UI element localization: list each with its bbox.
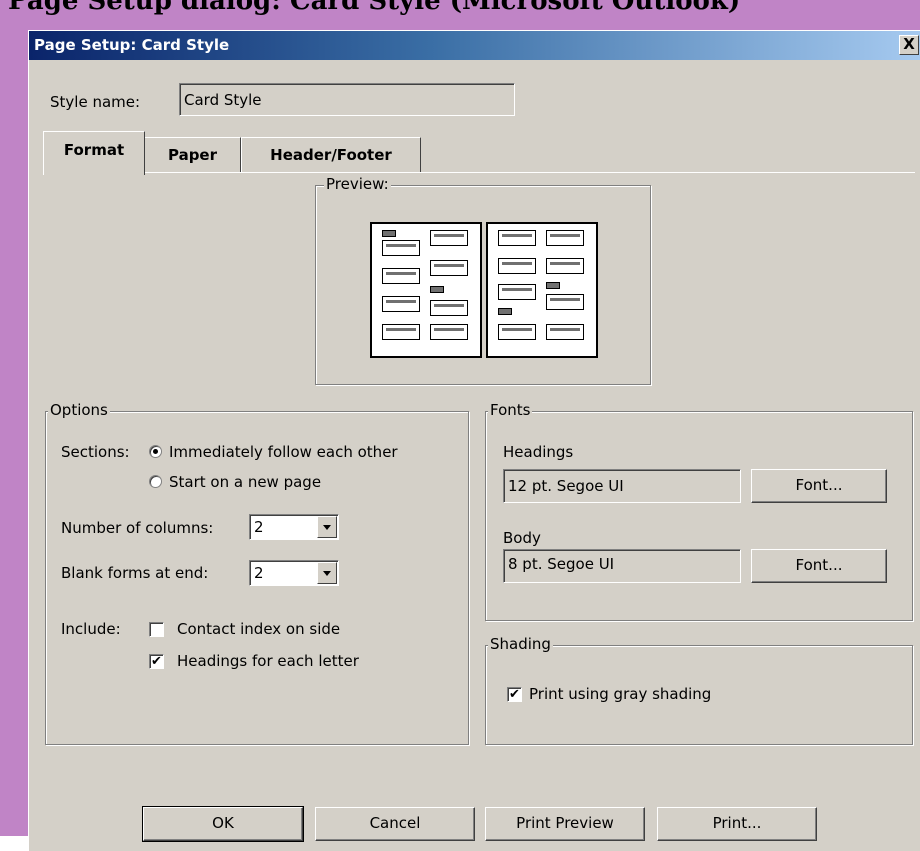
preview-card xyxy=(498,324,536,340)
chevron-down-icon[interactable] xyxy=(317,516,337,538)
preview-card xyxy=(498,284,536,300)
body-font-value: 8 pt. Segoe UI xyxy=(508,555,615,573)
style-name-field[interactable]: Card Style xyxy=(179,83,515,116)
contact-index-label[interactable]: Contact index on side xyxy=(177,620,340,638)
style-name-label: Style name: xyxy=(50,93,141,111)
preview-card xyxy=(498,258,536,274)
sections-label: Sections: xyxy=(61,443,130,461)
blank-forms-value: 2 xyxy=(254,564,264,582)
tab-format[interactable]: Format xyxy=(43,131,145,175)
options-legend: Options xyxy=(48,401,110,419)
ok-button-label: OK xyxy=(212,814,234,832)
preview-card xyxy=(430,300,468,316)
headings-font-field: 12 pt. Segoe UI xyxy=(503,469,741,503)
preview-card xyxy=(382,324,420,340)
shading-legend: Shading xyxy=(488,635,553,653)
preview-card xyxy=(430,260,468,276)
preview-card xyxy=(430,230,468,246)
body-font-button[interactable]: Font... xyxy=(751,549,887,583)
preview-page-left xyxy=(370,222,482,358)
preview-card xyxy=(546,294,584,310)
blank-forms-select[interactable]: 2 xyxy=(249,560,339,586)
headings-font-value: 12 pt. Segoe UI xyxy=(508,477,624,495)
radio-immediately-follow[interactable] xyxy=(149,445,162,458)
headings-letter-checkbox[interactable]: ✔ xyxy=(149,654,164,669)
preview-card xyxy=(546,324,584,340)
ok-button[interactable]: OK xyxy=(142,806,304,842)
columns-value: 2 xyxy=(254,518,264,536)
radio-immediately-follow-label[interactable]: Immediately follow each other xyxy=(169,443,398,461)
preview-page-right xyxy=(486,222,598,358)
print-button-label: Print... xyxy=(712,814,762,832)
preview-card xyxy=(546,258,584,274)
body-font-button-label: Font... xyxy=(795,556,843,574)
checkmark-icon: ✔ xyxy=(151,654,162,669)
headings-font-button[interactable]: Font... xyxy=(751,469,887,503)
include-label: Include: xyxy=(61,620,121,638)
preview-label: Preview: xyxy=(324,175,391,193)
preview-card xyxy=(382,240,420,256)
blank-forms-label: Blank forms at end: xyxy=(61,564,209,582)
gray-shading-checkbox[interactable]: ✔ xyxy=(507,687,522,702)
body-font-field: 8 pt. Segoe UI xyxy=(503,549,741,583)
tab-header-footer[interactable]: Header/Footer xyxy=(241,137,421,173)
cancel-button[interactable]: Cancel xyxy=(315,807,475,841)
tab-format-label: Format xyxy=(63,141,125,159)
dialog-title: Page Setup: Card Style xyxy=(34,36,230,54)
preview-card xyxy=(546,230,584,246)
headings-font-button-label: Font... xyxy=(795,476,843,494)
preview-card xyxy=(430,324,468,340)
print-preview-button-label: Print Preview xyxy=(516,814,614,832)
preview-group: Preview: xyxy=(315,175,651,385)
radio-start-new-page-label[interactable]: Start on a new page xyxy=(169,473,321,491)
headings-font-label: Headings xyxy=(503,443,574,461)
print-preview-button[interactable]: Print Preview xyxy=(485,807,645,841)
preview-heading xyxy=(498,308,512,315)
cancel-button-label: Cancel xyxy=(369,814,421,832)
tab-header-footer-label: Header/Footer xyxy=(270,146,392,164)
tab-paper-label: Paper xyxy=(167,146,218,164)
preview-heading xyxy=(382,230,396,237)
preview-card xyxy=(382,296,420,312)
gray-shading-label[interactable]: Print using gray shading xyxy=(529,685,711,703)
style-name-value: Card Style xyxy=(184,91,262,109)
chevron-down-icon[interactable] xyxy=(317,562,337,584)
body-font-label: Body xyxy=(503,529,541,547)
title-bar[interactable]: Page Setup: Card Style X xyxy=(29,31,920,60)
columns-label: Number of columns: xyxy=(61,519,214,537)
columns-select[interactable]: 2 xyxy=(249,514,339,540)
preview-heading xyxy=(546,282,560,289)
print-button[interactable]: Print... xyxy=(657,807,817,841)
fonts-legend: Fonts xyxy=(488,401,533,419)
checkmark-icon: ✔ xyxy=(509,687,520,702)
tab-paper[interactable]: Paper xyxy=(144,137,241,173)
contact-index-checkbox[interactable] xyxy=(149,622,164,637)
tab-panel-border xyxy=(45,172,915,173)
preview-heading xyxy=(430,286,444,293)
close-button[interactable]: X xyxy=(899,35,919,55)
radio-selected-dot xyxy=(153,449,158,454)
preview-card xyxy=(382,268,420,284)
background-caption: Page Setup dialog: Card Style (Microsoft… xyxy=(8,0,741,16)
page-setup-dialog: Page Setup: Card Style X Style name: Car… xyxy=(28,30,920,851)
headings-letter-label[interactable]: Headings for each letter xyxy=(177,652,359,670)
radio-start-new-page[interactable] xyxy=(149,475,162,488)
preview-card xyxy=(498,230,536,246)
